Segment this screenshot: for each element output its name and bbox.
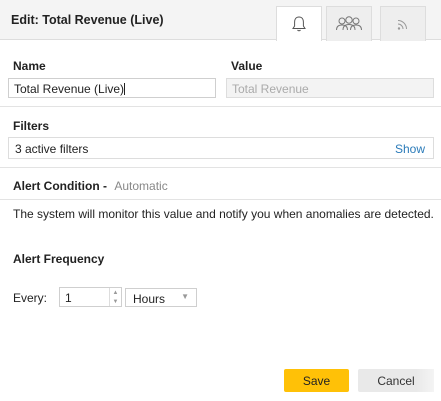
interval-value: 1 <box>65 291 72 305</box>
text-cursor <box>124 83 126 95</box>
value-input-placeholder: Total Revenue <box>232 82 309 96</box>
name-input[interactable]: Total Revenue (Live) <box>8 78 216 98</box>
save-button[interactable]: Save <box>284 369 349 392</box>
tab-subscribers[interactable] <box>326 6 372 41</box>
cancel-button[interactable]: Cancel <box>358 369 434 392</box>
show-filters-link[interactable]: Show <box>395 142 425 156</box>
alert-condition-description: The system will monitor this value and n… <box>13 207 434 221</box>
bell-icon <box>292 16 306 32</box>
alert-condition-heading: Alert Condition - Automatic <box>13 179 168 193</box>
stepper-arrows: ▲ ▼ <box>109 288 121 306</box>
value-label: Value <box>231 59 263 73</box>
every-label: Every: <box>13 291 48 305</box>
alert-condition-label: Alert Condition <box>13 179 100 193</box>
frequency-unit-value: Hours <box>133 292 166 306</box>
cancel-button-label: Cancel <box>377 373 415 388</box>
section-divider <box>0 167 441 168</box>
tab-alerts[interactable] <box>276 6 322 41</box>
stepper-up-icon[interactable]: ▲ <box>110 288 121 297</box>
dialog-title: Edit: Total Revenue (Live) <box>11 13 164 27</box>
stepper-down-icon[interactable]: ▼ <box>110 297 121 306</box>
tab-feed[interactable] <box>380 6 426 41</box>
users-icon <box>336 16 362 31</box>
chevron-down-icon: ▼ <box>181 292 189 301</box>
section-divider <box>0 106 441 107</box>
rss-icon <box>397 20 407 30</box>
filters-label: Filters <box>13 119 50 133</box>
frequency-unit-select[interactable]: Hours ▼ <box>125 288 197 307</box>
dialog-header: Edit: Total Revenue (Live) <box>0 0 441 41</box>
section-divider <box>0 199 441 200</box>
alert-condition-separator: - <box>103 179 107 193</box>
filters-field: 3 active filters Show <box>8 137 434 159</box>
alert-condition-mode: Automatic <box>114 179 168 193</box>
name-input-text: Total Revenue (Live) <box>14 82 125 96</box>
value-input: Total Revenue <box>226 78 434 98</box>
alert-frequency-label: Alert Frequency <box>13 252 105 266</box>
name-label: Name <box>13 59 46 73</box>
filters-summary: 3 active filters <box>15 142 89 156</box>
cancel-fade-overlay <box>416 369 434 392</box>
